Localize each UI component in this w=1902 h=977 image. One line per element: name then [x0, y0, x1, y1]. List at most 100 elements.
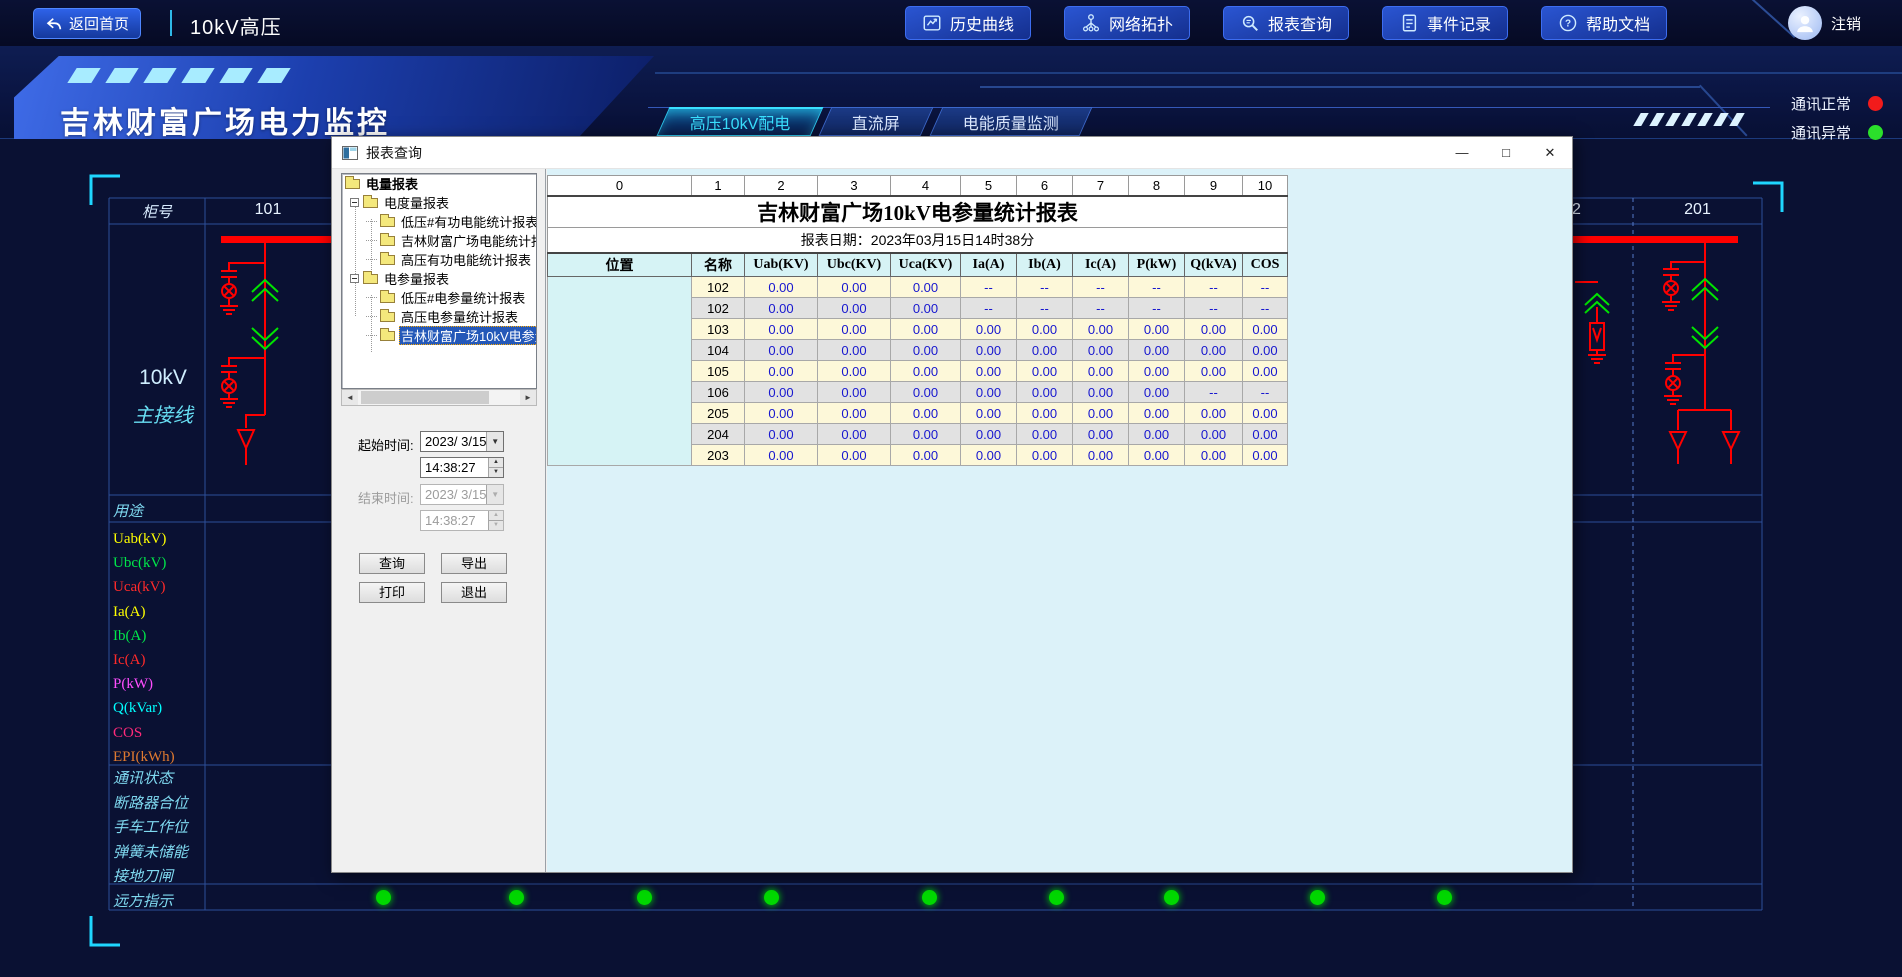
report-cell: 0.00 [1073, 424, 1129, 445]
dialog-titlebar[interactable]: 报表查询 — □ ✕ [332, 137, 1572, 169]
status-label: 手车工作位 [113, 816, 188, 841]
scroll-right-arrow[interactable]: ► [520, 390, 536, 405]
report-cell: 0.00 [1017, 361, 1073, 382]
status-label: 弹簧未储能 [113, 841, 188, 866]
tab-dc-panel-label: 直流屏 [852, 110, 900, 134]
exit-button[interactable]: 退出 [441, 582, 507, 603]
close-button[interactable]: ✕ [1528, 137, 1572, 169]
tree-item[interactable]: 低压#电参量统计报表 [342, 288, 536, 307]
scroll-thumb[interactable] [361, 391, 489, 404]
report-cell: 0.00 [818, 445, 891, 466]
report-cell: -- [1017, 277, 1073, 298]
tree-item[interactable]: 电度量报表 [342, 193, 536, 212]
report-cell: 0.00 [1243, 361, 1288, 382]
help-doc-button[interactable]: ? 帮助文档 [1541, 6, 1667, 40]
measurement-label: Ib(A) [113, 628, 175, 652]
start-date-picker[interactable]: 2023/ 3/15 ▼ [420, 431, 504, 452]
network-topology-label: 网络拓扑 [1109, 11, 1173, 35]
end-date-value: 2023/ 3/15 [421, 487, 486, 502]
start-date-dropdown-icon[interactable]: ▼ [486, 432, 503, 451]
tree-item[interactable]: 高压电参量统计报表 [342, 307, 536, 326]
report-cell: 0.00 [1017, 340, 1073, 361]
cabinet-101-label: 101 [205, 201, 331, 219]
tree-item[interactable]: 吉林财富广场电能统计报 [342, 231, 536, 250]
tab-hv-10kv[interactable]: 高压10kV配电 [657, 107, 824, 136]
report-cell: -- [1243, 382, 1288, 403]
report-row-name: 205 [692, 403, 745, 424]
tree-expander-icon[interactable] [350, 198, 359, 207]
report-cell: 0.00 [1129, 340, 1185, 361]
tree-item[interactable]: 低压#有功电能统计报表 [342, 212, 536, 231]
remote-indicator-dot [1310, 890, 1325, 905]
event-log-icon [1399, 13, 1419, 33]
folder-icon [380, 293, 395, 303]
user-avatar[interactable] [1788, 6, 1822, 40]
history-curve-button[interactable]: 历史曲线 [905, 6, 1031, 40]
tree-item-label: 低压#电参量统计报表 [399, 288, 527, 307]
col-number: 10 [1243, 176, 1288, 196]
report-cell: 0.00 [1073, 382, 1129, 403]
export-button[interactable]: 导出 [441, 553, 507, 574]
report-cell: 0.00 [1243, 403, 1288, 424]
query-button[interactable]: 查询 [359, 553, 425, 574]
report-title: 吉林财富广场10kV电参量统计报表 [548, 196, 1288, 228]
title-panel: 吉林财富广场电力监控 [14, 56, 654, 139]
report-cell: 0.00 [891, 340, 961, 361]
report-cell: 0.00 [1185, 424, 1243, 445]
report-cell: 0.00 [1129, 382, 1185, 403]
start-time-label: 起始时间: [358, 435, 414, 454]
scroll-left-arrow[interactable]: ◄ [342, 390, 358, 405]
report-cell: -- [1073, 298, 1129, 319]
col-number: 3 [818, 176, 891, 196]
tree-item[interactable]: 电参量报表 [342, 269, 536, 288]
comm-abnormal-indicator [1868, 125, 1883, 140]
usage-row-label: 用途 [113, 500, 143, 521]
network-topology-button[interactable]: 网络拓扑 [1064, 6, 1190, 40]
report-cell: -- [1185, 298, 1243, 319]
tree-horizontal-scrollbar[interactable]: ◄ ► [341, 389, 537, 406]
start-time-down-icon[interactable]: ▼ [489, 467, 503, 477]
report-col-header: Uab(KV) [745, 253, 818, 277]
start-time-spinner[interactable]: 14:38:27 ▲▼ [420, 457, 504, 478]
report-cell: 0.00 [1073, 361, 1129, 382]
tab-power-quality[interactable]: 电能质量监测 [929, 107, 1092, 136]
minimize-button[interactable]: — [1440, 137, 1484, 169]
start-time-up-icon[interactable]: ▲ [489, 458, 503, 467]
logout-button[interactable]: 注销 [1831, 13, 1861, 34]
bus-main-label: 主接线 [117, 399, 209, 428]
report-cell: -- [1073, 277, 1129, 298]
event-log-button[interactable]: 事件记录 [1382, 6, 1508, 40]
report-cell: 0.00 [891, 298, 961, 319]
report-cell: 0.00 [1129, 424, 1185, 445]
report-cell: -- [1243, 298, 1288, 319]
report-col-header: 位置 [548, 253, 692, 277]
folder-icon [380, 255, 395, 265]
report-cell: 0.00 [1243, 424, 1288, 445]
band-decor-diagonal [1699, 85, 1748, 137]
report-col-header: Ia(A) [961, 253, 1017, 277]
dialog-body: 电量报表电度量报表低压#有功电能统计报表吉林财富广场电能统计报高压有功电能统计报… [332, 169, 1572, 872]
remote-indicator-dot [1164, 890, 1179, 905]
tree-item[interactable]: 吉林财富广场10kV电参量 [342, 326, 536, 345]
decor-slashes-left [72, 68, 286, 83]
report-cell: 0.00 [818, 403, 891, 424]
report-cell: 0.00 [1185, 319, 1243, 340]
tree-item[interactable]: 高压有功电能统计报表 [342, 250, 536, 269]
report-cell: 0.00 [891, 361, 961, 382]
tree-item-label: 吉林财富广场电能统计报 [399, 231, 537, 250]
maximize-button[interactable]: □ [1484, 137, 1528, 169]
tree-stub [366, 259, 377, 260]
print-button[interactable]: 打印 [359, 582, 425, 603]
report-query-button[interactable]: 报表查询 [1223, 6, 1349, 40]
history-curve-label: 历史曲线 [950, 11, 1014, 35]
tree-expander-icon[interactable] [350, 274, 359, 283]
tree-item-label: 电参量报表 [382, 269, 451, 288]
report-cell: -- [1185, 277, 1243, 298]
tab-dc-panel[interactable]: 直流屏 [819, 107, 934, 136]
report-cell: 0.00 [1185, 340, 1243, 361]
back-home-button[interactable]: 返回首页 [33, 8, 141, 39]
col-number: 9 [1185, 176, 1243, 196]
tree-item[interactable]: 电量报表 [342, 174, 536, 193]
report-cell: 0.00 [891, 277, 961, 298]
page-title: 10kV高压 [190, 11, 282, 40]
